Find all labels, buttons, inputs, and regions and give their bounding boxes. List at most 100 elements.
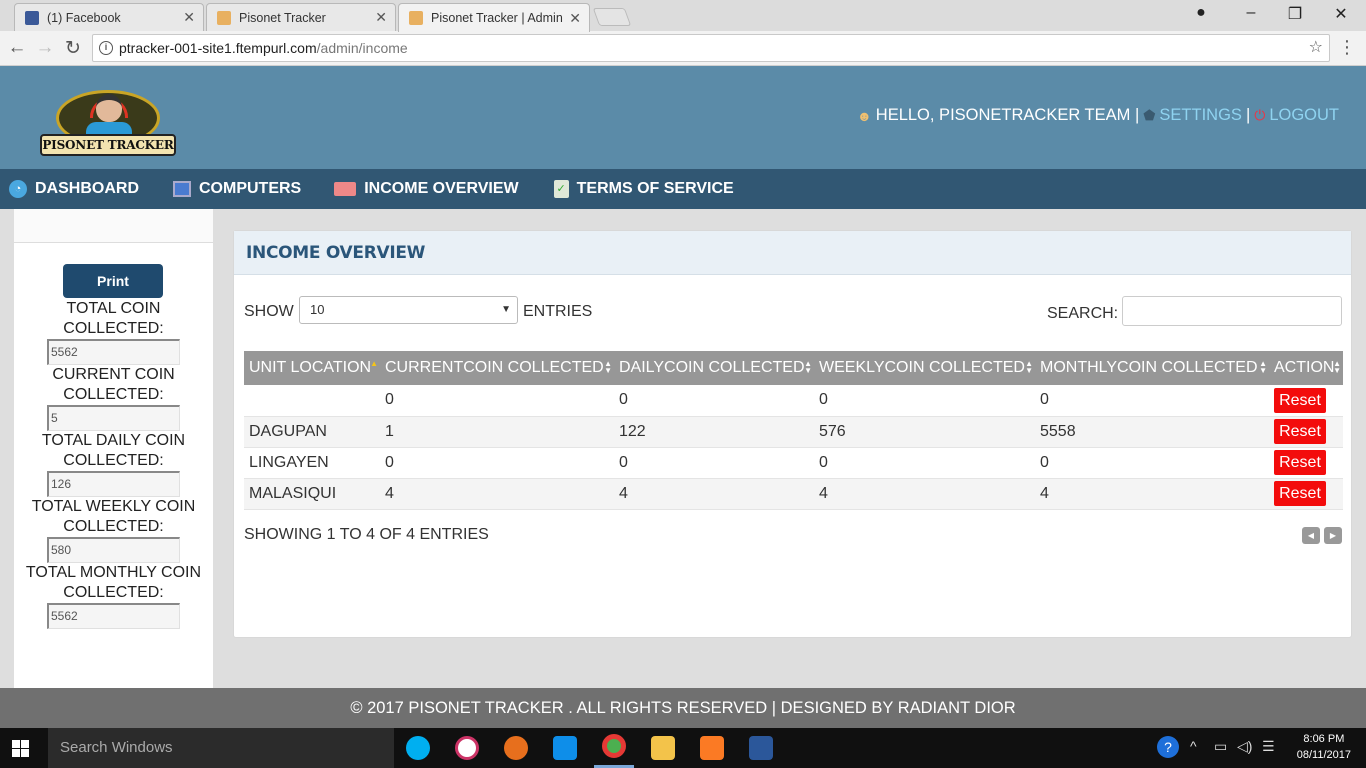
profile-icon[interactable]: ● <box>1186 4 1216 22</box>
pisonet-favicon-icon <box>217 10 231 25</box>
settings-link[interactable]: SETTINGS <box>1159 106 1242 125</box>
tab-facebook[interactable]: (1) Facebook ✕ <box>14 3 204 31</box>
sort-icon: ▲ ▼ <box>1259 359 1267 375</box>
taskbar-clock[interactable]: 8:06 PM 08/11/2017 <box>1297 731 1351 763</box>
maximize-icon[interactable]: ❐ <box>1280 4 1310 24</box>
previous-page-icon[interactable]: ◀ <box>1302 527 1320 544</box>
firefox-icon[interactable] <box>504 736 528 760</box>
show-label: SHOW <box>244 303 294 320</box>
cell-weekly: 4 <box>814 478 1035 510</box>
nav-computers[interactable]: COMPUTERS <box>173 169 301 209</box>
tab-pisonet-tracker[interactable]: Pisonet Tracker ✕ <box>206 3 396 31</box>
column-header[interactable]: MONTHLYCOIN COLLECTED ▲ ▼ <box>1035 351 1269 385</box>
column-header[interactable]: DAILYCOIN COLLECTED ▲ ▼ <box>614 351 814 385</box>
user-greeting-bar: ☻ HELLO, PISONETRACKER TEAM | ⬟ SETTINGS… <box>857 106 1339 125</box>
cell-current: 4 <box>380 478 614 510</box>
search-input[interactable] <box>1122 296 1342 326</box>
income-overview-panel: INCOME OVERVIEW SHOW 10 ▼ ENTRIES SEARCH… <box>233 230 1352 638</box>
word-icon[interactable] <box>749 736 773 760</box>
nav-label: COMPUTERS <box>199 180 302 197</box>
show-hidden-icons[interactable]: ^ <box>1190 738 1197 754</box>
notifications-icon[interactable]: ☰ <box>1262 738 1275 755</box>
file-explorer-icon[interactable] <box>651 736 675 760</box>
cell-weekly: 0 <box>814 447 1035 479</box>
nav-terms-of-service[interactable]: ✓ TERMS OF SERVICE <box>553 169 734 209</box>
stat-field-weekly-coin[interactable]: 580 <box>47 537 180 563</box>
column-header[interactable]: ACTION ▲ ▼ <box>1269 351 1343 385</box>
column-header[interactable]: UNIT LOCATION ▲ <box>244 351 380 385</box>
cell-action: Reset <box>1269 416 1343 448</box>
new-tab-button[interactable] <box>592 8 632 26</box>
minimize-icon[interactable]: – <box>1236 4 1266 22</box>
bookmark-star-icon[interactable]: ☆ <box>1309 35 1323 61</box>
browser-menu-icon[interactable]: ⋮ <box>1338 37 1356 58</box>
cell-current: 0 <box>380 447 614 479</box>
logout-link[interactable]: LOGOUT <box>1269 106 1339 125</box>
pisonet-favicon-icon <box>409 11 423 25</box>
xampp-icon[interactable] <box>700 736 724 760</box>
reset-button[interactable]: Reset <box>1274 450 1326 475</box>
stat-field-daily-coin[interactable]: 126 <box>47 471 180 497</box>
forward-icon[interactable]: → <box>34 37 56 59</box>
nav-dashboard[interactable]: ◔ DASHBOARD <box>9 169 139 209</box>
chrome-icon[interactable] <box>602 734 626 758</box>
cell-daily: 122 <box>614 416 814 448</box>
skype-icon[interactable] <box>406 736 430 760</box>
panel-title: INCOME OVERVIEW <box>234 231 1351 275</box>
nav-label: TERMS OF SERVICE <box>576 180 734 197</box>
stat-label-text: TOTAL COIN COLLECTED: <box>63 300 164 337</box>
site-logo[interactable]: PISONET TRACKER <box>40 88 176 158</box>
column-label: UNIT LOCATION <box>249 359 372 376</box>
cell-daily: 0 <box>614 385 814 417</box>
window-close-icon[interactable]: ✕ <box>1326 4 1356 24</box>
sort-icon: ▲ ▼ <box>804 359 812 375</box>
reset-button[interactable]: Reset <box>1274 387 1326 413</box>
stat-field-total-coin[interactable]: 5562 <box>47 339 180 365</box>
cell-location: MALASIQUI <box>244 478 380 510</box>
table-row: MALASIQUI 4 4 4 4 Reset <box>244 478 1343 510</box>
print-button[interactable]: Print <box>63 264 163 298</box>
battery-icon[interactable]: ▭ <box>1214 738 1227 755</box>
itunes-icon[interactable] <box>455 736 479 760</box>
close-icon[interactable]: ✕ <box>375 9 387 26</box>
nav-label: INCOME OVERVIEW <box>364 180 519 197</box>
stat-field-monthly-coin[interactable]: 5562 <box>47 603 180 629</box>
tab-pisonet-admin[interactable]: Pisonet Tracker | Admin ✕ <box>398 3 590 32</box>
column-label: ACTION <box>1274 359 1335 376</box>
back-icon[interactable]: ← <box>6 37 28 59</box>
column-header[interactable]: WEEKLYCOIN COLLECTED ▲ ▼ <box>814 351 1035 385</box>
info-icon[interactable]: i <box>99 41 113 55</box>
facebook-icon <box>25 10 39 25</box>
content-area: Print TOTAL COIN COLLECTED: 5562 CURRENT… <box>0 209 1366 688</box>
column-label: WEEKLYCOIN COLLECTED <box>819 359 1025 376</box>
url-field[interactable]: i ptracker-001-site1.ftempurl.com/admin/… <box>92 34 1330 62</box>
address-bar-row: ← → ↻ i ptracker-001-site1.ftempurl.com/… <box>0 31 1366 66</box>
next-page-icon[interactable]: ▶ <box>1324 527 1342 544</box>
close-icon[interactable]: ✕ <box>569 10 581 27</box>
select-value: 10 <box>310 302 325 317</box>
help-icon[interactable]: ? <box>1157 736 1179 758</box>
column-label: DAILYCOIN COLLECTED <box>619 359 805 376</box>
teamviewer-icon[interactable] <box>553 736 577 760</box>
entries-per-page-select[interactable]: 10 ▼ <box>299 296 518 324</box>
reset-button[interactable]: Reset <box>1274 419 1326 444</box>
reload-icon[interactable]: ↻ <box>62 37 84 60</box>
logo-head <box>96 94 122 122</box>
column-header[interactable]: CURRENTCOIN COLLECTED ▲ ▼ <box>380 351 614 385</box>
windows-start-icon[interactable] <box>12 740 29 757</box>
reset-button[interactable]: Reset <box>1274 481 1326 506</box>
stat-label-current-coin: CURRENT COIN COLLECTED: <box>14 365 213 405</box>
main-nav: ◔ DASHBOARD COMPUTERS INCOME OVERVIEW ✓ … <box>0 169 1366 209</box>
chevron-down-icon: ▼ <box>501 304 511 315</box>
close-icon[interactable]: ✕ <box>183 9 195 26</box>
entries-label: ENTRIES <box>523 303 593 320</box>
cell-location: DAGUPAN <box>244 416 380 448</box>
sidebar-topbar <box>14 209 213 243</box>
browser-tab-bar: (1) Facebook ✕ Pisonet Tracker ✕ Pisonet… <box>0 0 1366 32</box>
stat-field-current-coin[interactable]: 5 <box>47 405 180 431</box>
volume-icon[interactable]: ◁) <box>1237 738 1252 755</box>
sidebar: Print TOTAL COIN COLLECTED: 5562 CURRENT… <box>14 209 213 688</box>
nav-income-overview[interactable]: INCOME OVERVIEW <box>334 169 519 209</box>
money-icon <box>334 182 357 196</box>
taskbar-search-box[interactable]: Search Windows <box>48 728 394 768</box>
